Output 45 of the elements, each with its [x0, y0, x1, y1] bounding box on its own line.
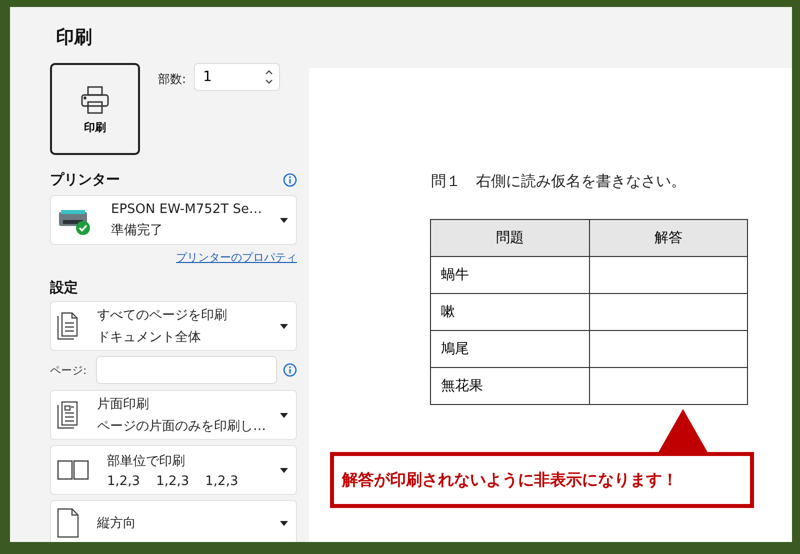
printer-icon [79, 84, 111, 116]
settings-dropdown[interactable]: 片面印刷 ページの片面のみを印刷し… [50, 390, 297, 440]
setting-detail: 1,2,3 [107, 474, 140, 488]
section-heading: プリンター [50, 171, 120, 189]
dropdown-caret-icon [280, 324, 288, 328]
setting-detail: 1,2,3 [156, 474, 190, 488]
dropdown-caret-icon [280, 412, 288, 418]
dropdown-caret-icon [280, 520, 288, 526]
setting-detail: 1,2,3 [205, 474, 238, 488]
pages-input-field[interactable] [96, 356, 278, 384]
question-text: 問１ 右側に読み仮名を書きなさい。 [431, 172, 686, 191]
table-cell: 蝸牛 [430, 256, 589, 294]
table-cell: 鳩尾 [430, 330, 589, 368]
setting-value: すべてのページを印刷 [97, 307, 228, 324]
setting-detail: ページの片面のみを印刷し… [97, 418, 266, 435]
printer-name: EPSON EW-M752T Se… [111, 202, 263, 216]
info-icon[interactable] [283, 173, 297, 187]
page-icon [57, 401, 79, 429]
table-header-cell: 解答 [589, 220, 748, 256]
callout: 解答が印刷されないように非表示になります！ [330, 452, 754, 508]
printer-properties-link[interactable]: プリンターのプロパティ [50, 250, 297, 265]
settings-dropdown[interactable]: 縦方向 [50, 500, 297, 542]
print-button[interactable]: 印刷 [50, 63, 140, 155]
section-heading: 設定 [50, 279, 79, 297]
copies-label: 部数: [158, 71, 186, 88]
info-icon[interactable] [283, 363, 297, 377]
table-cell: 無花果 [430, 368, 589, 404]
pages-label: ページ: [50, 362, 88, 378]
pages-icon [57, 312, 79, 340]
setting-value: 片面印刷 [97, 396, 150, 413]
portrait-page-icon [57, 508, 79, 538]
printer-status: 準備完了 [111, 222, 164, 238]
copies-spinner[interactable]: 1 [194, 63, 280, 91]
setting-detail: ドキュメント全体 [97, 329, 201, 346]
setting-value: 部単位で印刷 [107, 452, 186, 470]
setting-value: 縦方向 [97, 515, 137, 532]
callout-pointer [658, 409, 708, 453]
panel-title: 印刷 [56, 26, 93, 49]
table-cell: 嗽 [430, 294, 589, 330]
table-header-cell: 問題 [430, 220, 589, 256]
settings-dropdown[interactable]: 部単位で印刷 1,2,3 1,2,3 1,2,3 [50, 445, 297, 495]
dropdown-caret-icon [280, 468, 288, 472]
printer-dropdown[interactable]: EPSON EW-M752T Se… 準備完了 [50, 195, 297, 245]
settings-dropdown[interactable]: すべてのページを印刷 ドキュメント全体 [50, 301, 297, 351]
dropdown-caret-icon [280, 218, 288, 222]
